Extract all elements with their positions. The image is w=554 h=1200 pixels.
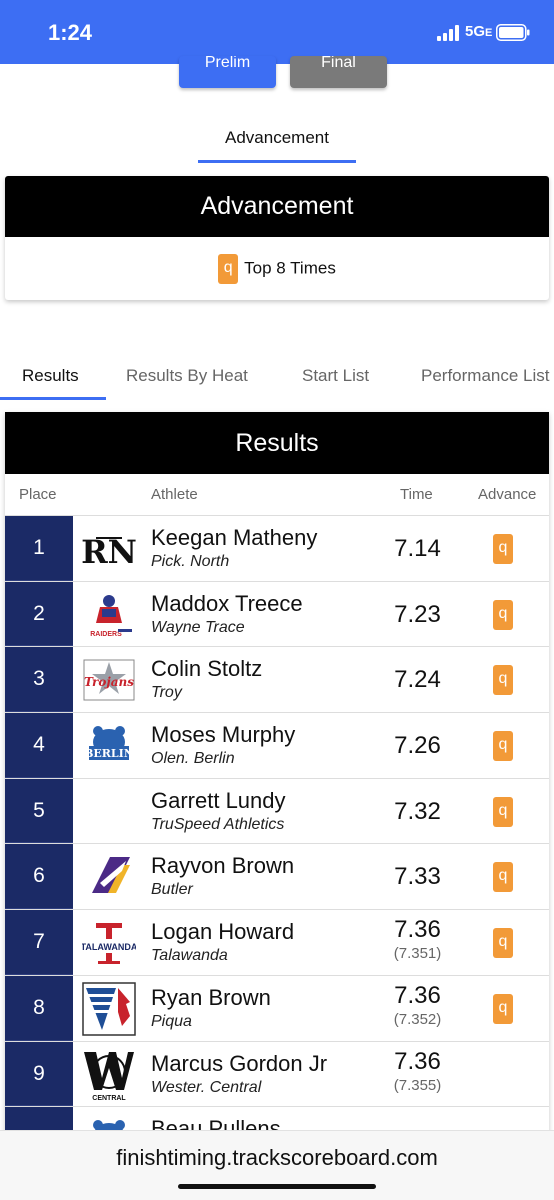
result-time: 7.32 bbox=[394, 797, 441, 825]
svg-text:BERLIN: BERLIN bbox=[84, 747, 134, 760]
athlete-name[interactable]: Colin Stoltz bbox=[151, 656, 262, 682]
place-number: 1 bbox=[5, 516, 73, 581]
result-row[interactable]: 9 CENTRAL Marcus Gordon Jr Wester. Centr… bbox=[5, 1041, 549, 1108]
westerville-central-logo: CENTRAL bbox=[84, 1051, 134, 1102]
legend-text: Top 8 Times bbox=[244, 258, 336, 278]
status-bar: 1:24 5GE bbox=[0, 0, 554, 64]
tab-results-by-heat[interactable]: Results By Heat bbox=[126, 366, 248, 386]
athlete-name[interactable]: Maddox Treece bbox=[151, 591, 303, 617]
team-name: Troy bbox=[151, 684, 182, 702]
berlin-bears-logo: BERLIN bbox=[84, 726, 134, 761]
place-number: 4 bbox=[5, 713, 73, 778]
result-time: 7.33 bbox=[394, 863, 441, 891]
advancement-card: Advancement q Top 8 Times bbox=[5, 176, 549, 300]
tab-start-list[interactable]: Start List bbox=[302, 366, 369, 386]
tab-results[interactable]: Results bbox=[22, 366, 79, 386]
result-time: 7.14 bbox=[394, 535, 441, 562]
talawanda-logo: TALAWANDA bbox=[82, 923, 136, 965]
tab-performance-list[interactable]: Performance List bbox=[421, 366, 550, 386]
result-time: 7.26 bbox=[394, 732, 441, 760]
wayne-trace-raiders-logo: RAIDERS bbox=[90, 594, 132, 638]
place-number: 5 bbox=[5, 778, 73, 844]
team-name: Wayne Trace bbox=[151, 618, 245, 636]
final-button[interactable]: Final bbox=[290, 56, 387, 88]
athlete-name[interactable]: Keegan Matheny bbox=[151, 525, 317, 551]
team-name: Piqua bbox=[151, 1012, 192, 1030]
advancement-legend: q Top 8 Times bbox=[5, 254, 549, 284]
tab-underline bbox=[198, 160, 356, 163]
athlete-name[interactable]: Ryan Brown bbox=[151, 985, 271, 1011]
column-athlete: Athlete bbox=[151, 486, 198, 503]
pickerington-north-logo: RN bbox=[82, 533, 136, 571]
troy-trojans-logo: Trojans bbox=[83, 659, 135, 701]
qualifier-badge: q bbox=[493, 665, 513, 696]
result-row[interactable]: 5 Garrett Lundy TruSpeed Athletics 7.32 … bbox=[5, 778, 549, 845]
team-name: Talawanda bbox=[151, 947, 228, 965]
team-name: TruSpeed Athletics bbox=[151, 815, 285, 833]
athlete-name[interactable]: Marcus Gordon Jr bbox=[151, 1051, 327, 1077]
result-row[interactable]: 3 Trojans Colin Stoltz Troy 7.24 q bbox=[5, 647, 549, 714]
place-number: 3 bbox=[5, 647, 73, 713]
result-row[interactable]: 1 RN Keegan Matheny Pick. North 7.14 q bbox=[5, 516, 549, 582]
tab-underline-results bbox=[0, 397, 106, 400]
place-number: 8 bbox=[5, 975, 73, 1041]
qualifier-badge: q bbox=[493, 796, 513, 827]
team-name: Butler bbox=[151, 881, 193, 899]
result-time-precise: (7.355) bbox=[393, 1076, 442, 1094]
results-card: Results Place Athlete Time Advance 1 RN … bbox=[5, 412, 549, 1142]
home-indicator[interactable] bbox=[178, 1184, 376, 1189]
qualifier-badge: q bbox=[493, 534, 513, 564]
battery-icon bbox=[496, 24, 530, 41]
result-time-precise: (7.351) bbox=[393, 945, 442, 963]
result-row[interactable]: 2 RAIDERS Maddox Treece Wayne Trace 7.23… bbox=[5, 581, 549, 648]
result-time: 7.23 bbox=[394, 600, 441, 628]
place-number: 9 bbox=[5, 1041, 73, 1107]
result-time: 7.36 bbox=[394, 1047, 441, 1075]
result-time-precise: (7.352) bbox=[393, 1010, 442, 1028]
place-number: 6 bbox=[5, 844, 73, 910]
svg-text:RAIDERS: RAIDERS bbox=[90, 631, 122, 638]
browser-url-bar[interactable]: finishtiming.trackscoreboard.com bbox=[0, 1130, 554, 1200]
team-name: Wester. Central bbox=[151, 1078, 262, 1096]
advancement-card-title: Advancement bbox=[5, 176, 549, 237]
qualifier-badge: q bbox=[493, 731, 513, 762]
athlete-name[interactable]: Moses Murphy bbox=[151, 722, 295, 748]
result-row[interactable]: 6 Rayvon Brown Butler 7.33 q bbox=[5, 844, 549, 911]
results-title: Results bbox=[5, 412, 549, 474]
qualifier-badge: q bbox=[493, 993, 513, 1024]
qualifier-badge: q bbox=[493, 928, 513, 959]
url-text[interactable]: finishtiming.trackscoreboard.com bbox=[0, 1145, 554, 1171]
place-number: 2 bbox=[5, 581, 73, 647]
team-name: Olen. Berlin bbox=[151, 750, 235, 768]
place-number: 7 bbox=[5, 910, 73, 975]
result-time: 7.36 bbox=[394, 981, 441, 1009]
column-place: Place bbox=[19, 486, 57, 503]
status-time: 1:24 bbox=[48, 20, 93, 45]
butler-logo bbox=[92, 857, 130, 894]
athlete-name[interactable]: Garrett Lundy bbox=[151, 788, 286, 814]
tab-advancement[interactable]: Advancement bbox=[198, 128, 356, 148]
result-row[interactable]: 7 TALAWANDA Logan Howard Talawanda 7.36 … bbox=[5, 910, 549, 976]
svg-text:TALAWANDA: TALAWANDA bbox=[82, 942, 136, 952]
svg-text:CENTRAL: CENTRAL bbox=[92, 1095, 126, 1102]
signal-icon bbox=[437, 25, 459, 41]
results-column-headers: Place Athlete Time Advance bbox=[5, 474, 549, 516]
qualifier-badge: q bbox=[493, 862, 513, 893]
result-row[interactable]: 8 Ryan Brown Piqua 7.36 (7.352) q bbox=[5, 975, 549, 1042]
piqua-logo bbox=[82, 982, 136, 1036]
result-time: 7.24 bbox=[394, 666, 441, 694]
athlete-name[interactable]: Logan Howard bbox=[151, 919, 294, 945]
qualifier-badge: q bbox=[493, 599, 513, 630]
team-name: Pick. North bbox=[151, 553, 230, 570]
network-label: 5GE bbox=[465, 23, 493, 40]
result-time: 7.36 bbox=[394, 916, 441, 944]
qualifier-badge: q bbox=[218, 254, 239, 284]
svg-text:Trojans: Trojans bbox=[84, 675, 134, 689]
prelim-button[interactable]: Prelim bbox=[179, 56, 276, 88]
column-time: Time bbox=[400, 486, 433, 503]
athlete-name[interactable]: Rayvon Brown bbox=[151, 853, 294, 879]
column-advance: Advance bbox=[478, 486, 537, 503]
result-row[interactable]: 4 BERLIN Moses Murphy Olen. Berlin 7.26 … bbox=[5, 713, 549, 779]
